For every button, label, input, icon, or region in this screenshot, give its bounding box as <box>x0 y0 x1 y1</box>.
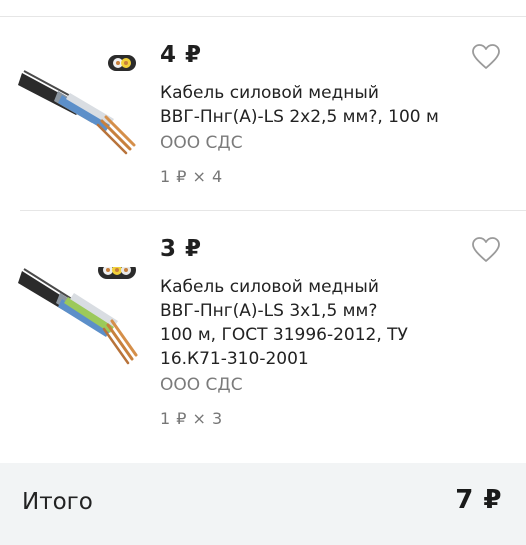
cable-3-core-image <box>18 267 138 365</box>
item-seller[interactable]: ООО СДС <box>160 131 446 155</box>
item-price: 4 ₽ <box>160 42 202 68</box>
item-title[interactable]: Кабель силовой медный ВВГ-Пнг(А)-LS 3х1,… <box>160 275 446 371</box>
item-title-line: ВВГ-Пнг(А)-LS 2х2,5 мм?, 100 м <box>160 107 439 127</box>
cart-item[interactable]: 4 ₽ Кабель силовой медный ВВГ-Пнг(А)-LS … <box>0 17 526 211</box>
item-quantity: 1 ₽ × 3 <box>160 409 223 428</box>
item-title-line: ВВГ-Пнг(А)-LS 3х1,5 мм? <box>160 301 378 321</box>
item-info: 3 ₽ Кабель силовой медный ВВГ-Пнг(А)-LS … <box>160 235 446 429</box>
total-label: Итого <box>22 489 93 515</box>
cable-2-core-image <box>18 55 136 155</box>
item-quantity: 1 ₽ × 4 <box>160 167 223 186</box>
item-info: 4 ₽ Кабель силовой медный ВВГ-Пнг(А)-LS … <box>160 41 446 187</box>
item-seller[interactable]: ООО СДС <box>160 373 446 397</box>
order-total-bar: Итого 7 ₽ <box>0 463 526 545</box>
item-title-line: Кабель силовой медный <box>160 277 379 297</box>
item-title-line: Кабель силовой медный <box>160 83 379 103</box>
item-title[interactable]: Кабель силовой медный ВВГ-Пнг(А)-LS 2х2,… <box>160 81 446 129</box>
heart-outline-icon[interactable] <box>472 237 500 263</box>
item-title-line: 16.К71-310-2001 <box>160 349 309 369</box>
total-value: 7 ₽ <box>455 485 502 515</box>
item-price: 3 ₽ <box>160 236 202 262</box>
cart-item[interactable]: 3 ₽ Кабель силовой медный ВВГ-Пнг(А)-LS … <box>0 211 526 461</box>
item-title-line: 100 м, ГОСТ 31996-2012, ТУ <box>160 325 408 345</box>
heart-outline-icon[interactable] <box>472 44 500 70</box>
cart-page: 4 ₽ Кабель силовой медный ВВГ-Пнг(А)-LS … <box>0 0 526 545</box>
